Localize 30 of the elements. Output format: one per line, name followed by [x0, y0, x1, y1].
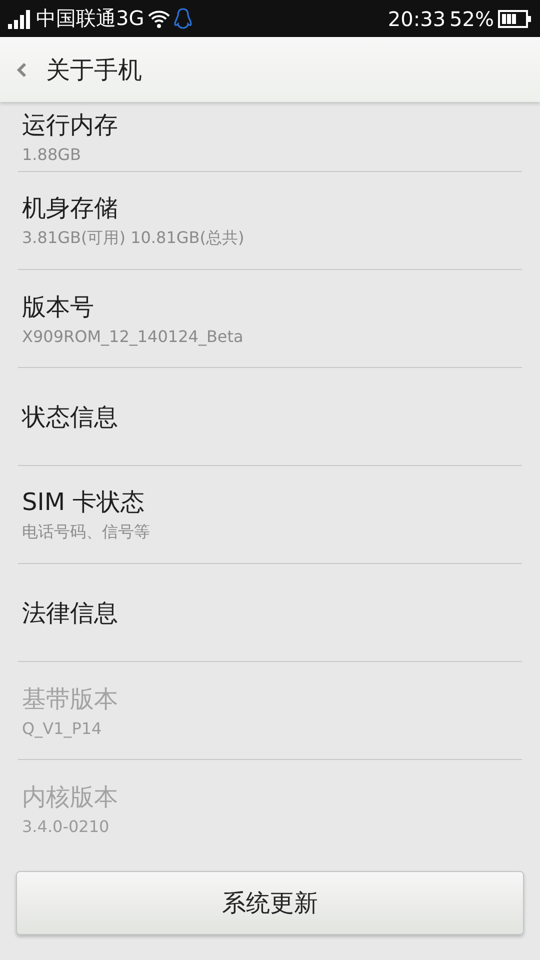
item-title: 状态信息 — [22, 402, 119, 432]
settings-item[interactable]: 法律信息 — [18, 564, 522, 662]
battery-icon — [498, 8, 532, 28]
settings-item[interactable]: 状态信息 — [18, 368, 522, 466]
system-update-button[interactable]: 系统更新 — [16, 871, 524, 935]
item-title: 法律信息 — [22, 598, 119, 628]
settings-item[interactable]: 运行内存 1.88GB — [18, 102, 522, 172]
item-subtitle: 电话号码、信号等 — [22, 522, 151, 543]
item-title: 机身存储 — [22, 193, 119, 224]
settings-item[interactable]: SIM 卡状态 电话号码、信号等 — [18, 466, 522, 564]
item-title: 基带版本 — [22, 684, 119, 715]
item-subtitle: 3.81GB(可用) 10.81GB(总共) — [22, 228, 246, 249]
clock-label: 20:33 — [388, 6, 446, 30]
item-title: 内核版本 — [22, 782, 119, 813]
item-subtitle: 1.88GB — [22, 145, 82, 164]
item-title: 运行内存 — [22, 110, 119, 141]
battery-percent: 52% — [450, 6, 494, 30]
item-title: SIM 卡状态 — [22, 487, 146, 518]
item-subtitle: Q_V1_P14 — [22, 719, 103, 738]
item-subtitle: 3.4.0-0210 — [22, 817, 110, 836]
page-title: 关于手机 — [46, 54, 142, 86]
signal-icon — [8, 8, 32, 28]
item-title: 版本号 — [22, 292, 95, 323]
back-icon[interactable] — [16, 62, 28, 78]
item-subtitle: X909ROM_12_140124_Beta — [22, 327, 244, 346]
wifi-icon — [148, 8, 170, 28]
penguin-icon — [174, 8, 192, 30]
settings-item[interactable]: 机身存储 3.81GB(可用) 10.81GB(总共) — [18, 172, 522, 270]
settings-item[interactable]: 版本号 X909ROM_12_140124_Beta — [18, 270, 522, 368]
carrier-label: 中国联通3G — [36, 5, 144, 32]
